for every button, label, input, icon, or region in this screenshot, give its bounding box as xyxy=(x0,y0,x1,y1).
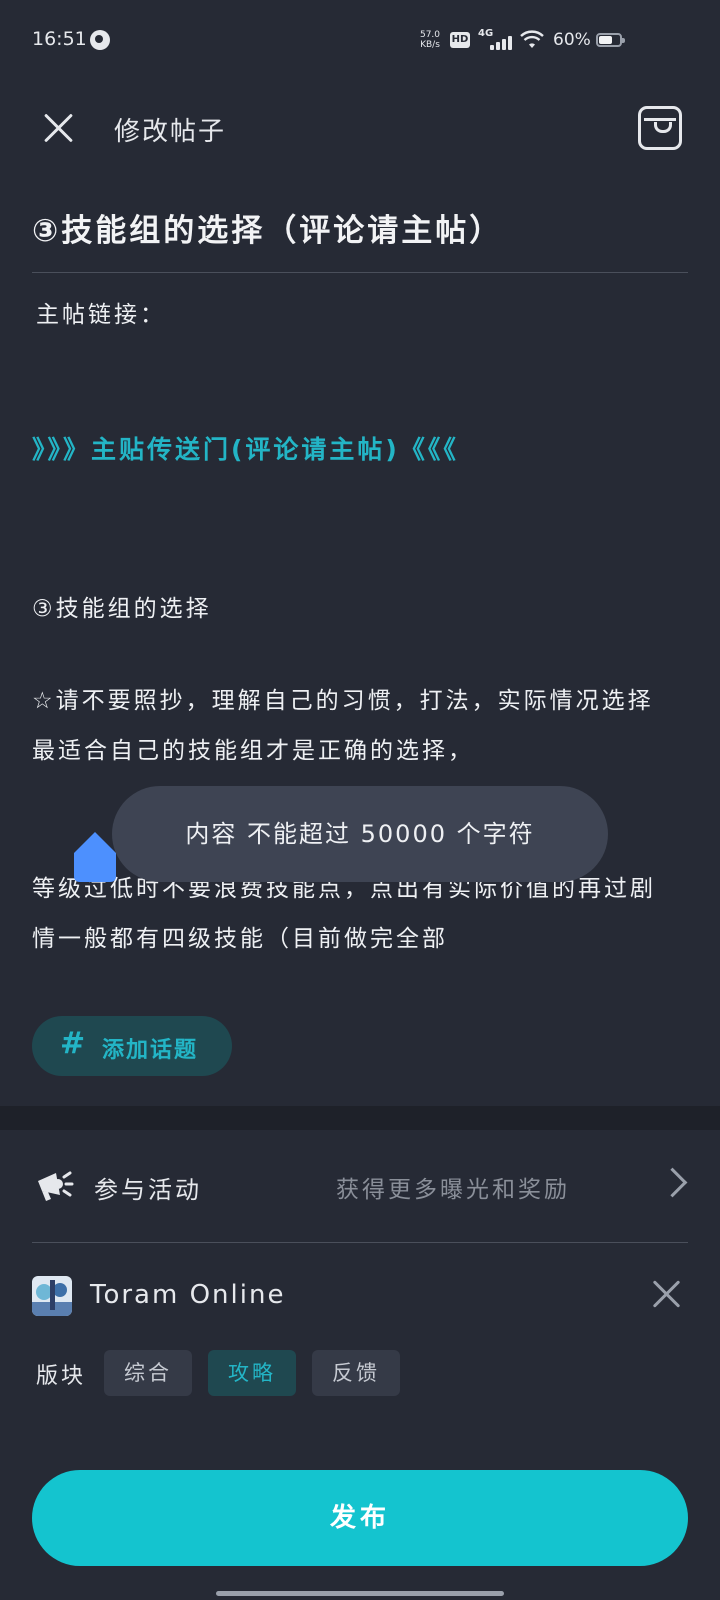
network-speed: 57.0 KB/s xyxy=(418,30,442,50)
battery-percent: 60% xyxy=(553,30,591,50)
join-activity-label: 参与活动 xyxy=(94,1176,202,1204)
post-title-input[interactable]: ③技能组的选择（评论请主帖） xyxy=(32,205,503,250)
game-name: Toram Online xyxy=(90,1280,286,1310)
activity-divider xyxy=(32,1242,688,1243)
forum-option-feedback[interactable]: 反馈 xyxy=(312,1350,400,1396)
add-topic-label: 添加话题 xyxy=(102,1038,199,1063)
add-topic-button[interactable]: # 添加话题 xyxy=(32,1016,232,1076)
title-divider xyxy=(32,272,688,273)
publish-button[interactable]: 发布 xyxy=(32,1470,688,1566)
draft-box-icon[interactable] xyxy=(638,106,682,150)
forum-option-general[interactable]: 综合 xyxy=(104,1350,192,1396)
forum-label: 版块 xyxy=(36,1364,87,1389)
hd-icon: HD xyxy=(450,32,470,48)
home-indicator[interactable] xyxy=(216,1591,504,1596)
status-time: 16:51 xyxy=(32,28,87,50)
status-bar: 16:51 57.0 KB/s HD 4G 60% xyxy=(0,0,720,80)
signal-icon: 4G xyxy=(478,28,512,50)
forum-option-guide[interactable]: 攻略 xyxy=(208,1350,296,1396)
main-post-link[interactable]: 》》》主贴传送门(评论请主帖)《《《 xyxy=(32,430,459,466)
game-icon xyxy=(32,1276,72,1316)
body-line-main-link-label: 主帖链接： xyxy=(36,302,166,328)
section-separator xyxy=(0,1106,720,1130)
hash-icon: # xyxy=(60,1026,86,1061)
network-speed-value: 57.0 xyxy=(419,30,441,40)
globe-icon xyxy=(90,30,110,50)
megaphone-icon xyxy=(38,1171,74,1201)
remove-game-icon[interactable] xyxy=(652,1279,682,1309)
activity-hint: 获得更多曝光和奖励 xyxy=(336,1177,570,1203)
network-speed-unit: KB/s xyxy=(420,40,440,50)
body-section-heading: ③技能组的选择 xyxy=(32,596,212,622)
page-title: 修改帖子 xyxy=(114,117,227,147)
battery-icon xyxy=(596,33,625,47)
wifi-icon xyxy=(520,30,544,48)
close-icon[interactable] xyxy=(38,108,78,148)
body-paragraph-1: ☆请不要照抄，理解自己的习惯，打法，实际情况选择最适合自己的技能组才是正确的选择… xyxy=(32,688,654,764)
toast-message: 内容 不能超过 50000 个字符 xyxy=(112,786,608,882)
text-cursor-handle[interactable] xyxy=(74,832,116,882)
network-type: 4G xyxy=(478,28,494,39)
